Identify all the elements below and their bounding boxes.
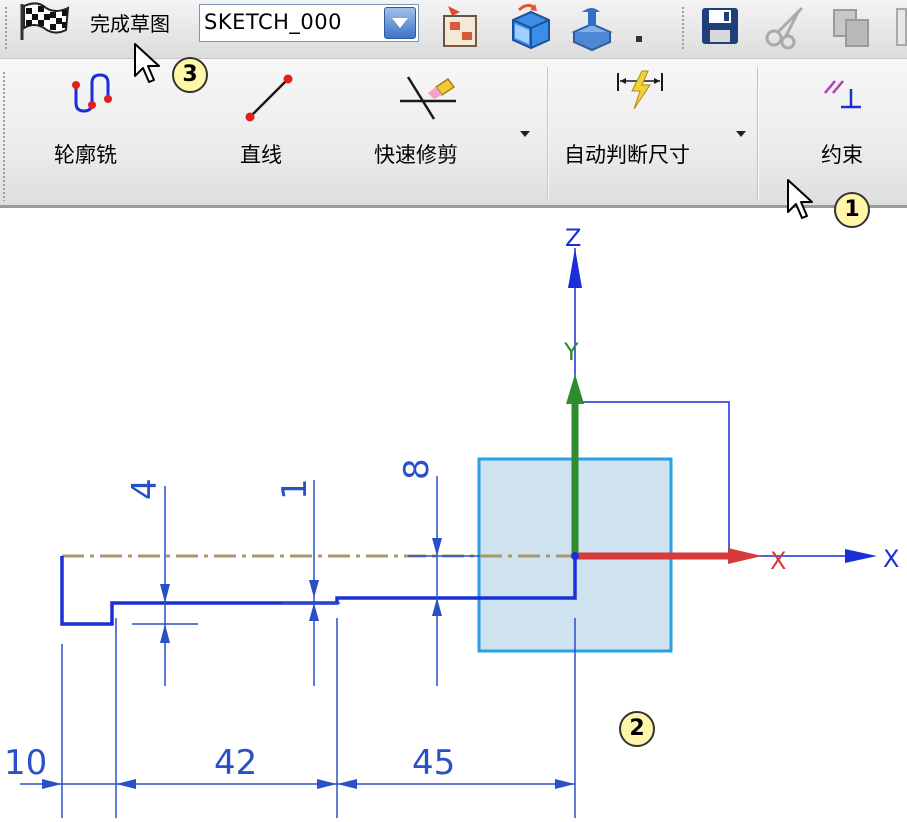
save-icon[interactable] bbox=[700, 6, 740, 46]
callout-3: 3 bbox=[172, 57, 208, 93]
line-label: 直线 bbox=[240, 143, 282, 167]
dimension-4[interactable] bbox=[132, 486, 198, 686]
dimension-8-label: 8 bbox=[397, 458, 437, 480]
dimension-45-label: 45 bbox=[412, 743, 455, 783]
dimension-4-label: 4 bbox=[125, 478, 165, 500]
auto-dimension-icon bbox=[617, 70, 663, 110]
sketch-name-select[interactable]: SKETCH_000 bbox=[199, 4, 419, 42]
reattach-sketch-icon[interactable] bbox=[505, 2, 555, 52]
line-button[interactable]: 直线 bbox=[220, 59, 320, 199]
auto-dimension-button[interactable]: 自动判断尺寸 bbox=[556, 59, 731, 199]
quick-trim-icon bbox=[400, 76, 456, 120]
x-axis-red-label: X bbox=[770, 547, 786, 575]
y-axis-label: Y bbox=[563, 338, 579, 366]
auto-dimension-label: 自动判断尺寸 bbox=[564, 143, 690, 167]
origin-point bbox=[571, 552, 579, 560]
finish-sketch-button[interactable]: 完成草图 bbox=[14, 0, 189, 48]
z-axis-arrow bbox=[568, 248, 582, 288]
callout-2: 2 bbox=[619, 711, 655, 747]
constraint-icon bbox=[824, 80, 861, 109]
cut-icon[interactable] bbox=[762, 4, 808, 50]
more-tools-chevron-icon[interactable] bbox=[636, 36, 642, 42]
quick-trim-button[interactable]: 快速修剪 bbox=[368, 59, 518, 199]
y-axis-arrow bbox=[566, 374, 584, 404]
paste-icon[interactable] bbox=[896, 8, 907, 46]
x-axis-red-arrow bbox=[728, 548, 762, 564]
dimension-42-label: 42 bbox=[214, 743, 257, 783]
ribbon-separator-2 bbox=[757, 67, 758, 201]
chevron-down-icon[interactable] bbox=[384, 7, 416, 39]
ribbon-separator bbox=[547, 67, 548, 201]
dimension-10-label: 10 bbox=[4, 743, 47, 783]
x-axis-label: X bbox=[883, 545, 899, 573]
toolbar-grip-2[interactable] bbox=[681, 6, 685, 50]
chevron-down-icon[interactable] bbox=[520, 131, 530, 137]
callout-1: 1 bbox=[834, 192, 870, 228]
x-axis-arrow bbox=[845, 549, 877, 563]
orient-to-sketch-icon[interactable] bbox=[438, 2, 484, 50]
dimension-8[interactable] bbox=[408, 476, 480, 686]
mouse-pointer-icon bbox=[787, 179, 813, 219]
ribbon-grip[interactable] bbox=[2, 71, 6, 201]
chevron-down-icon[interactable] bbox=[736, 131, 746, 137]
update-model-icon[interactable] bbox=[568, 2, 618, 52]
sketch-canvas[interactable]: Z Y X X 4 1 8 10 42 45 bbox=[0, 208, 907, 822]
dimension-1-label: 1 bbox=[275, 478, 315, 500]
dimension-1[interactable] bbox=[282, 480, 340, 686]
toolbar-grip[interactable] bbox=[4, 6, 8, 50]
checkered-flag-icon bbox=[20, 2, 70, 40]
z-axis-label: Z bbox=[565, 224, 581, 252]
sketch-name-value: SKETCH_000 bbox=[204, 10, 343, 34]
constraint-label: 约束 bbox=[821, 143, 863, 167]
copy-icon[interactable] bbox=[830, 6, 876, 50]
mouse-pointer-icon bbox=[134, 43, 160, 83]
quick-trim-label: 快速修剪 bbox=[374, 143, 458, 167]
dimension-45[interactable] bbox=[337, 779, 575, 789]
finish-sketch-label: 完成草图 bbox=[90, 12, 170, 36]
line-tool-icon bbox=[245, 74, 293, 122]
profile-mill-label: 轮廓铣 bbox=[54, 143, 117, 167]
profile-curve-icon bbox=[72, 73, 112, 113]
